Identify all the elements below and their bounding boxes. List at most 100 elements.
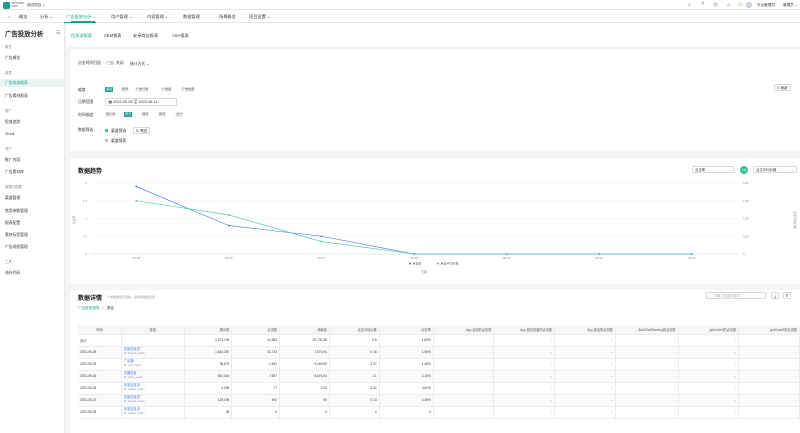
nav-content-management[interactable]: 内容管理 ⌄ xyxy=(147,14,168,20)
cell-value: - xyxy=(554,382,616,395)
nav-analysis[interactable]: 分析 ⌄ xyxy=(40,14,53,20)
channel-search-input[interactable]: ⌕ 请输入渠道关键词 xyxy=(706,291,766,299)
cell-value: - xyxy=(738,370,800,383)
dimension-chip-channel[interactable]: 渠道 xyxy=(105,87,114,92)
column-header[interactable]: 展示数 xyxy=(184,325,233,335)
user-name[interactable]: 平台管理员 xyxy=(757,3,775,8)
download-icon[interactable]: ⤓ xyxy=(771,291,779,299)
sidebar-item-overseas-code[interactable]: 海外代码 xyxy=(0,269,64,277)
search-icon[interactable]: ⌕ xyxy=(687,2,692,8)
sidebar-item-promo-content[interactable]: 推广内容 xyxy=(0,156,64,164)
sidebar-item-material-report[interactable]: 广告素材报表 xyxy=(0,92,64,100)
date-range-picker[interactable]: ▦ 2022-05-05 至 2022-06-11 xyxy=(105,98,177,106)
tab-android-store-report[interactable]: 安卓商店报表 xyxy=(133,33,158,39)
granularity-chip-total[interactable]: 合计 xyxy=(175,112,184,117)
column-header[interactable]: App 首充页面的点击数 xyxy=(493,325,556,335)
sidebar-item-channel-management[interactable]: 渠道管理 xyxy=(0,194,64,202)
left-metric-select[interactable]: 点击率 ⌄ xyxy=(692,166,734,173)
refresh-button[interactable]: ↻ 刷新 xyxy=(774,84,791,91)
nav-ad-analysis[interactable]: 广告投放分析 ⌄ xyxy=(66,14,96,20)
sidebar-item-tracking[interactable]: 投放追踪 xyxy=(0,118,64,126)
sidebar-item-param-management[interactable]: 常用参数管理 xyxy=(0,207,64,215)
channel-link[interactable]: 广点通 ID: mp8_track1 xyxy=(124,360,182,367)
channel-name[interactable]: 广点通 xyxy=(124,359,134,364)
granularity-chip-day[interactable]: 按天 xyxy=(124,112,133,117)
cell-channel[interactable]: 巨量信息流 ID: tiaotiao_track1 xyxy=(121,382,185,395)
column-header[interactable]: getCode3的点击数 xyxy=(738,325,800,335)
y-tick-right: 1.50 xyxy=(743,199,749,203)
radio-channel-search[interactable] xyxy=(105,139,109,143)
granularity-chip-month[interactable]: 按月 xyxy=(158,112,167,117)
sidebar-item-material-library[interactable]: 广告素材库 xyxy=(0,168,64,176)
nav-scene-overview[interactable]: 场景概览 xyxy=(219,14,236,20)
right-metric-select[interactable]: 点击平均价格 ⌄ xyxy=(753,166,797,173)
sidebar-item-ad-overview[interactable]: 广告概览 xyxy=(0,54,64,62)
bell-icon[interactable]: ♫ xyxy=(726,2,731,8)
avatar[interactable] xyxy=(746,2,752,8)
cell-channel[interactable] xyxy=(121,334,185,347)
menu-collapse-icon[interactable]: ☰ xyxy=(56,30,60,36)
channel-name[interactable]: 巨量信息流 xyxy=(124,347,140,352)
channel-link[interactable]: 巨量信息流 ID: tiaotiao_track1 xyxy=(124,396,182,403)
clock-icon[interactable]: ◷ xyxy=(713,2,718,8)
cell-channel[interactable]: 广点通 ID: mp8_track1 xyxy=(121,358,185,371)
nav-home-icon[interactable]: ⌂ xyxy=(8,14,11,19)
cell-value: - xyxy=(678,358,740,371)
dimension-chip-account[interactable]: 账号 xyxy=(121,87,130,92)
channel-name[interactable]: 巨量信息流 xyxy=(124,407,140,412)
cell-channel[interactable]: 巨量信息流 ID: tiaotiao_track1 xyxy=(121,394,185,407)
nav-overview[interactable]: 概览 xyxy=(19,14,27,20)
nav-data-management[interactable]: 数据管理 xyxy=(183,14,200,20)
channel-link[interactable]: 巨量信息流 ID: tiaotiao_track1 xyxy=(124,384,182,391)
sidebar-item-auth-management[interactable]: 广告授权管理 xyxy=(0,243,64,251)
sidebar-item-slink[interactable]: SLink xyxy=(0,130,64,138)
y-axis-label-left: 点击率 xyxy=(71,215,76,224)
granularity-chip-hour[interactable]: 按小时 xyxy=(105,112,117,117)
attribution-toggle[interactable] xyxy=(106,61,114,65)
channel-name[interactable]: 百度信息 xyxy=(124,371,137,376)
channel-link[interactable]: 巨量信息流 ID: tiaotiao_track1 xyxy=(124,348,182,355)
column-header[interactable]: 点击平均价格 xyxy=(329,325,380,335)
breadcrumb-root[interactable]: 广告投放报表 xyxy=(78,306,100,310)
tab-feed-report[interactable]: 信息流报表 xyxy=(71,33,92,39)
cell-value: - xyxy=(615,406,679,419)
nav-user-management[interactable]: 用户管理 ⌄ xyxy=(111,14,132,20)
column-header[interactable]: getCode3的点击数 xyxy=(678,325,740,335)
column-header[interactable]: 点击率 xyxy=(379,325,434,335)
channel-link[interactable]: 巨量信息流 ID: tiaotiao_track1 xyxy=(124,408,182,415)
sidebar-item-ad-report[interactable]: 广告投放报表 xyxy=(0,79,64,87)
tab-sem-report[interactable]: SEM报表 xyxy=(104,33,121,39)
screen-icon[interactable]: ▭ xyxy=(738,2,743,8)
cell-value: - xyxy=(493,406,556,419)
column-header[interactable]: App 激活的点击数 xyxy=(554,325,616,335)
cell-channel[interactable]: 巨量信息流 ID: tiaotiao_track1 xyxy=(121,406,185,419)
cell-value: - xyxy=(493,370,556,383)
column-header[interactable]: App 活动的点击数 xyxy=(433,325,495,335)
column-filter-icon[interactable]: ⊽ xyxy=(783,291,791,299)
dimension-chip-group[interactable]: 广告组 xyxy=(161,87,173,92)
column-header[interactable]: 消耗量 xyxy=(279,325,330,335)
channel-link[interactable]: 百度信息 ID: baidu_track1 xyxy=(124,372,182,379)
nav-project-settings[interactable]: 项目设置 ⌄ xyxy=(249,14,270,20)
dimension-chip-plan[interactable]: 广告计划 xyxy=(135,87,150,92)
column-header[interactable]: 渠道 xyxy=(121,325,185,335)
dimension-chip-creative[interactable]: 广告创意 xyxy=(181,87,196,92)
cell-channel[interactable]: 百度信息 ID: baidu_track1 xyxy=(121,370,185,383)
tab-asa-report[interactable]: ASA报表 xyxy=(172,33,189,39)
project-switcher[interactable]: 测试项目 ⌄ xyxy=(27,3,45,8)
sidebar-item-report-config[interactable]: 报表配置 xyxy=(0,219,64,227)
column-header[interactable]: 点击数 xyxy=(231,325,280,335)
granularity-chip-week[interactable]: 按周 xyxy=(141,112,150,117)
channel-name[interactable]: 巨量信息流 xyxy=(124,395,140,400)
channel-name[interactable]: 巨量信息流 xyxy=(124,383,140,388)
user-role-menu[interactable]: 管理员 ⌄ xyxy=(783,3,798,8)
radio-channel-filter[interactable] xyxy=(105,129,109,133)
filter-button[interactable]: ⇅ 筛选 xyxy=(133,127,151,134)
stat-method-dropdown[interactable]: 统计方式 ⌄ xyxy=(130,61,149,67)
sidebar-item-tag-management[interactable]: 素材标签管理 xyxy=(0,231,64,239)
column-header[interactable]: 时间 xyxy=(78,325,122,335)
cell-channel[interactable]: 巨量信息流 ID: tiaotiao_track1 xyxy=(121,346,185,359)
column-header[interactable]: $AdClickRanking的点击数 xyxy=(615,325,679,335)
trend-chart: 00.511.5200.501.001.502.00点击率 点击平均价格05-05… xyxy=(71,181,798,274)
help-icon[interactable]: ? xyxy=(700,2,705,8)
